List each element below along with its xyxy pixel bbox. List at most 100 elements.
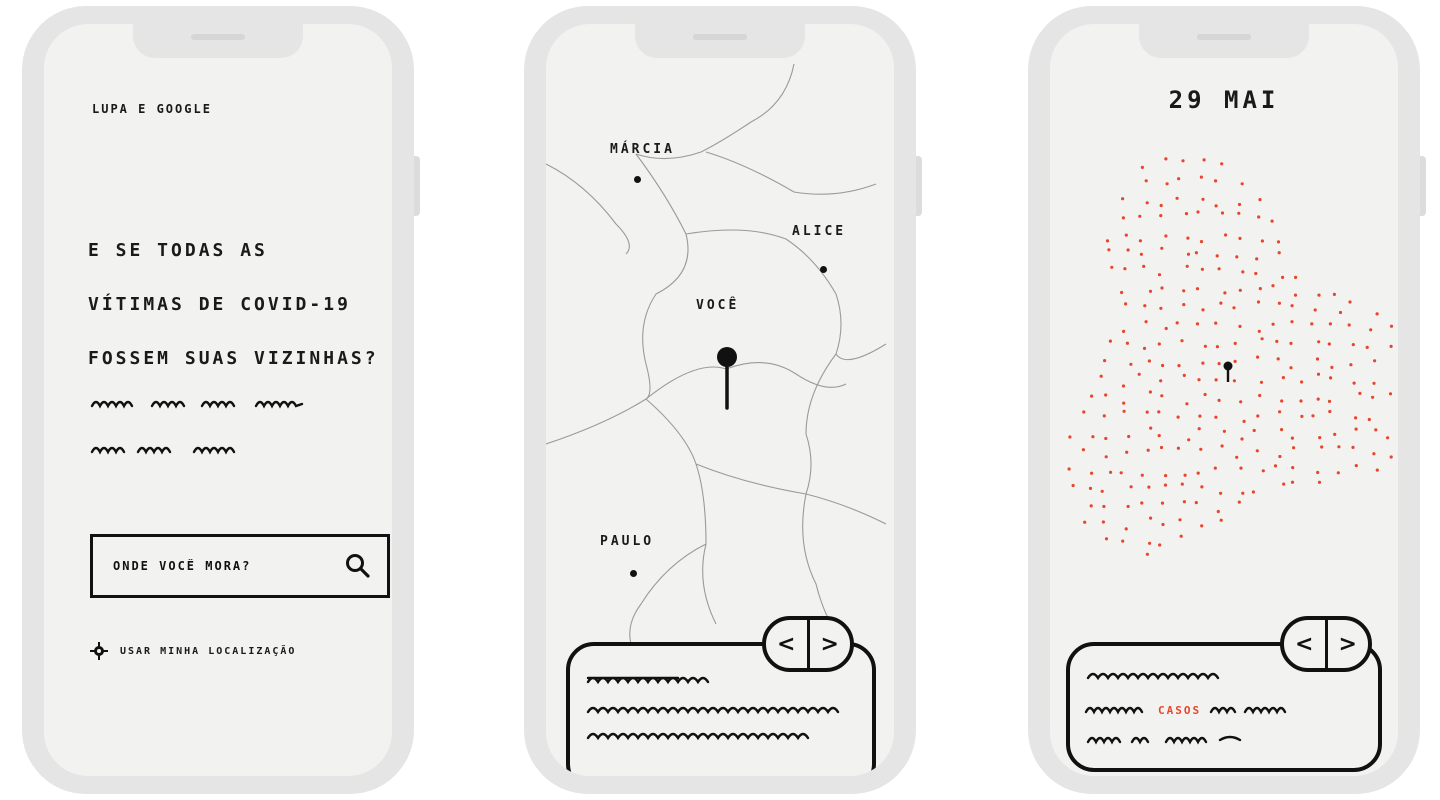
phone-side-button — [916, 156, 922, 216]
case-dot — [1101, 520, 1105, 524]
next-button[interactable]: > — [806, 620, 851, 668]
case-dot — [1238, 236, 1242, 240]
headline-line: E SE TODAS AS — [88, 240, 268, 261]
case-dot — [1259, 380, 1264, 384]
case-dot — [1068, 435, 1072, 439]
case-dot — [1220, 162, 1224, 166]
case-dot — [1239, 400, 1243, 404]
case-dot — [1365, 345, 1369, 349]
case-dot — [1176, 446, 1180, 450]
case-dot — [1214, 179, 1218, 183]
case-dot — [1374, 428, 1378, 432]
case-dot — [1214, 378, 1218, 382]
case-dot — [1258, 393, 1262, 398]
case-dot — [1104, 393, 1108, 397]
map-marker-paulo[interactable] — [630, 570, 637, 577]
case-dot — [1328, 409, 1332, 414]
case-dot — [1194, 251, 1198, 255]
case-dot — [1375, 312, 1379, 316]
card-navigation: < > — [1280, 616, 1372, 672]
case-dot — [1177, 364, 1181, 368]
case-dot — [1179, 534, 1183, 538]
case-dot — [1159, 214, 1163, 218]
case-dot — [1127, 434, 1131, 439]
next-button[interactable]: > — [1324, 620, 1369, 668]
case-dot — [1159, 203, 1163, 208]
case-dot — [1198, 414, 1202, 418]
address-search-box[interactable] — [90, 534, 390, 598]
case-dot — [1164, 326, 1168, 331]
use-my-location-link[interactable]: USAR MINHA LOCALIZAÇÃO — [90, 642, 296, 660]
case-dot — [1181, 159, 1185, 163]
case-dot — [1199, 240, 1204, 244]
case-dot — [1256, 414, 1260, 418]
case-dot — [1290, 480, 1295, 484]
case-dot — [1125, 341, 1129, 345]
case-dot — [1104, 537, 1109, 541]
address-search-input[interactable] — [111, 558, 335, 574]
case-dot — [1104, 436, 1108, 441]
phone-mockup-map: MÁRCIA ALICE VOCÊ PAULO < > — [524, 6, 922, 794]
case-dot — [1142, 346, 1147, 350]
case-dot — [1197, 427, 1201, 431]
case-dot — [1282, 482, 1286, 486]
case-dot — [1137, 372, 1141, 376]
phone-screen: MÁRCIA ALICE VOCÊ PAULO < > — [546, 24, 894, 776]
case-dot — [1300, 380, 1304, 384]
case-dot — [1122, 401, 1126, 405]
case-dot — [1146, 448, 1150, 452]
case-dot — [1196, 471, 1200, 475]
search-icon[interactable] — [345, 553, 371, 579]
placeholder-text-scribble — [90, 446, 236, 455]
previous-button[interactable]: < — [766, 620, 807, 668]
case-dot — [1337, 445, 1341, 449]
phone-notch — [1139, 24, 1309, 58]
phone-mockup-intro: LUPA e GOOGLE E SE TODAS AS VÍTIMAS DE C… — [22, 6, 420, 794]
case-dot — [1196, 210, 1200, 214]
case-dot — [1330, 365, 1334, 369]
case-dot — [1201, 361, 1205, 365]
case-dot — [1157, 342, 1161, 346]
case-dot — [1121, 384, 1126, 388]
map-marker-alice[interactable] — [820, 266, 827, 273]
previous-button[interactable]: < — [1284, 620, 1325, 668]
case-dot — [1124, 233, 1128, 237]
case-dot — [1219, 491, 1223, 495]
case-dot — [1200, 524, 1204, 528]
case-dot — [1261, 469, 1265, 473]
case-dot — [1199, 175, 1203, 179]
case-dot — [1176, 415, 1180, 419]
case-dot — [1104, 455, 1108, 459]
case-dot — [1121, 197, 1125, 201]
case-dot — [1327, 342, 1331, 346]
use-my-location-label: USAR MINHA LOCALIZAÇÃO — [120, 645, 297, 657]
case-dot — [1099, 374, 1103, 378]
case-dot — [1280, 428, 1284, 432]
case-dot — [1256, 300, 1261, 304]
case-dot — [1352, 381, 1356, 385]
headline-line: VÍTIMAS DE COVID-19 — [88, 294, 351, 315]
case-dot — [1278, 454, 1282, 459]
case-dot — [1200, 267, 1204, 271]
case-dot — [1336, 471, 1340, 475]
case-dot — [1219, 301, 1223, 305]
case-dot — [1216, 509, 1220, 514]
map-pin-icon[interactable] — [714, 344, 740, 416]
case-dot — [1255, 257, 1259, 261]
case-dot — [1277, 251, 1281, 255]
case-dot — [1299, 399, 1303, 403]
case-dot — [1182, 303, 1186, 307]
case-dot — [1161, 522, 1165, 527]
case-dot — [1373, 359, 1377, 363]
case-dot — [1294, 275, 1298, 279]
case-dot — [1144, 320, 1148, 324]
case-dot — [1164, 474, 1168, 478]
case-dot — [1180, 482, 1184, 486]
case-dot — [1203, 344, 1207, 348]
map-marker-marcia[interactable] — [634, 176, 641, 183]
case-dot — [1232, 306, 1236, 310]
case-dot — [1100, 489, 1104, 493]
case-dot — [1182, 500, 1186, 504]
placeholder-text-scribble — [1209, 706, 1287, 715]
case-dot — [1219, 518, 1223, 522]
